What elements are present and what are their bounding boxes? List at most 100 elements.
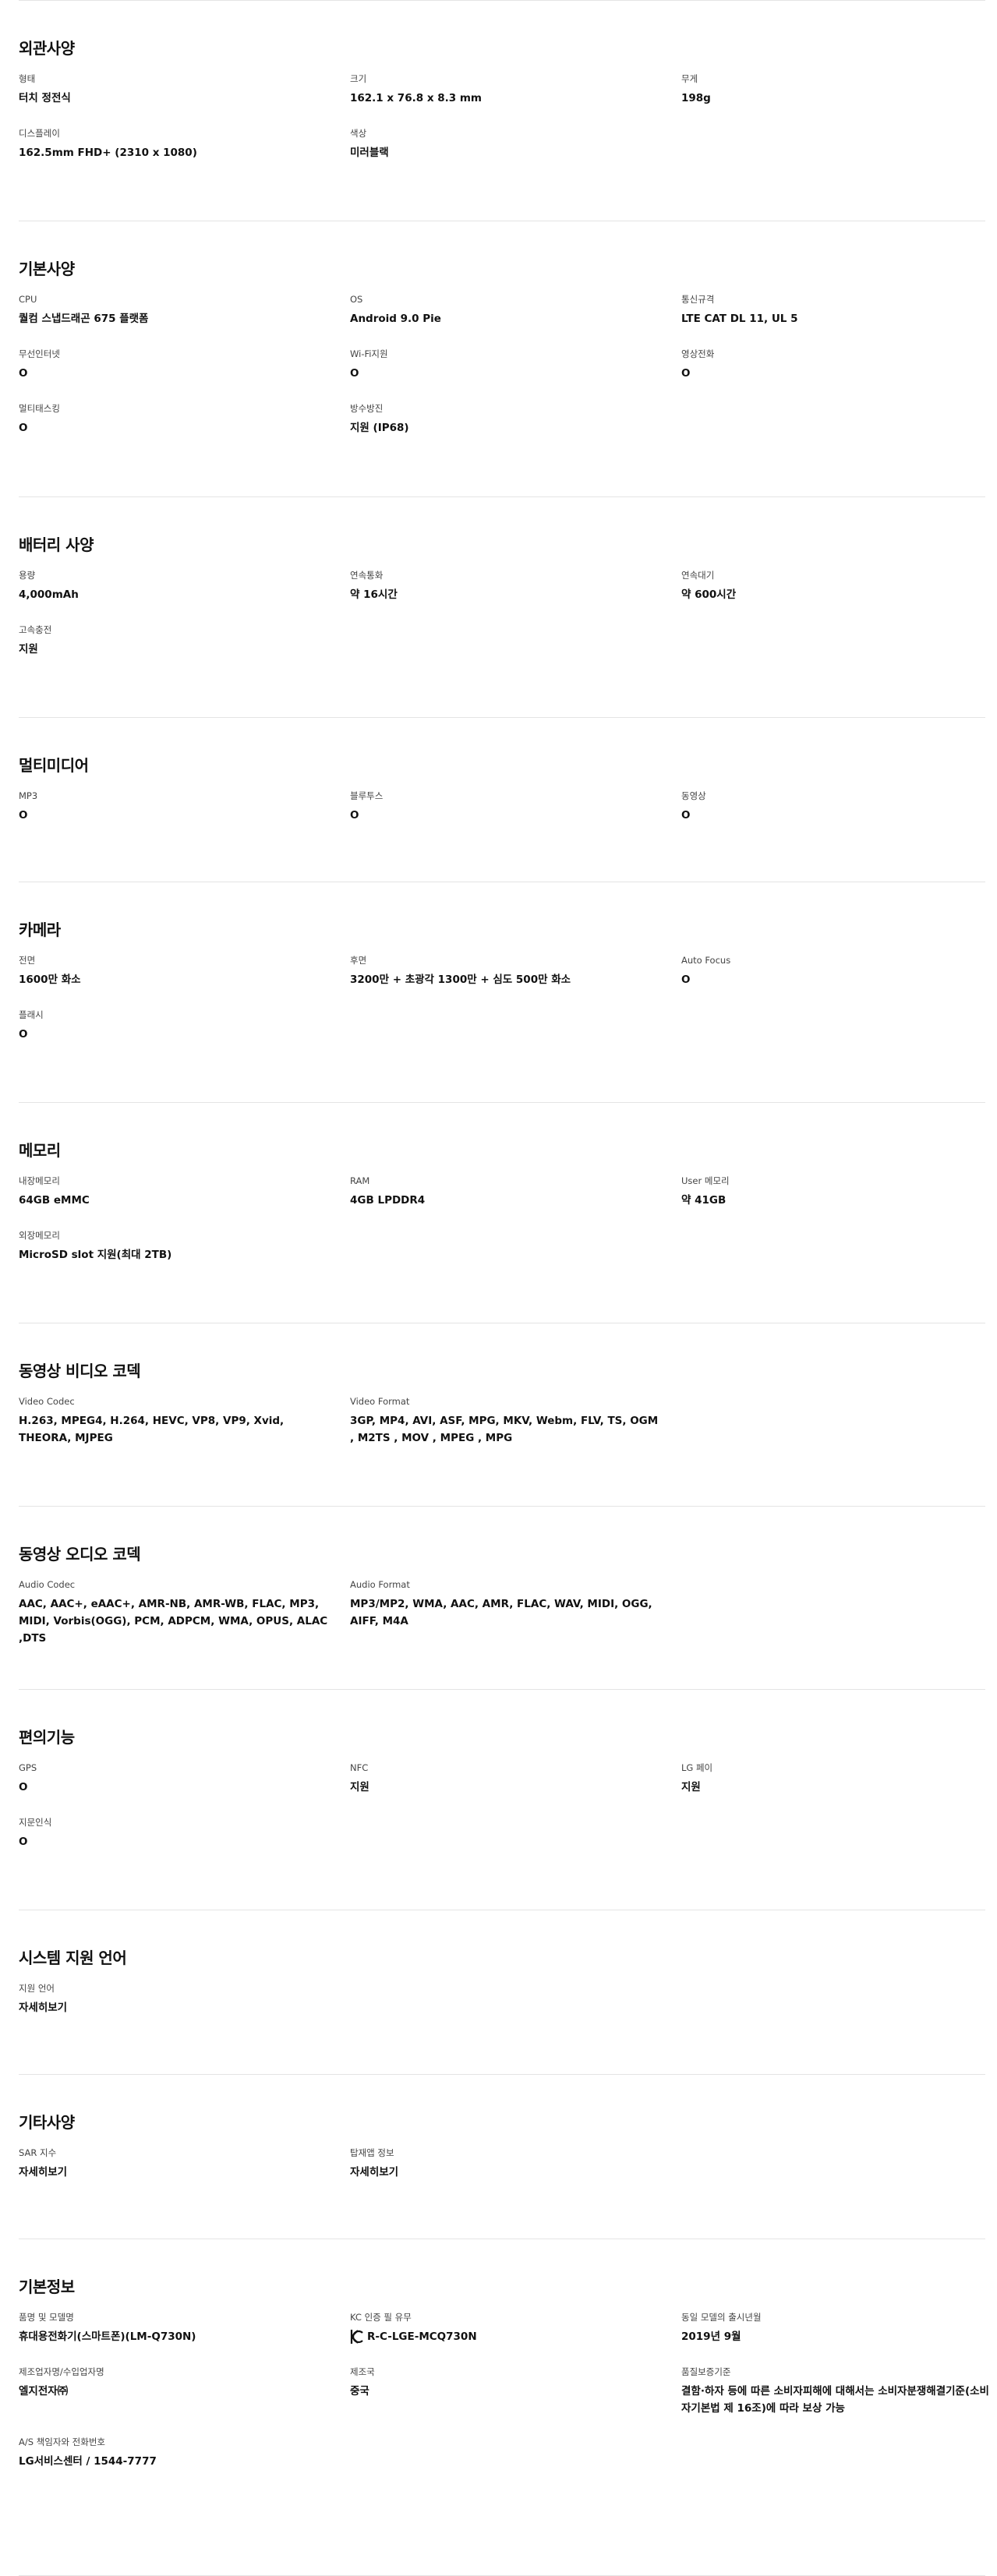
spec-item: Audio Codec AAC, AAC+, eAAC+, AMR-NB, AMR… <box>19 1578 350 1647</box>
spec-item: Video Codec H.263, MPEG4, H.264, HEVC, VP… <box>19 1395 350 1447</box>
spec-label: 동일 모델의 출시년월 <box>681 2312 762 2323</box>
spec-value: O <box>19 367 28 380</box>
spec-label: 동영상 <box>681 790 706 801</box>
section-title: 시스템 지원 언어 <box>19 1949 127 1967</box>
spec-grid: CPU 퀄컴 스냅드래곤 675 플랫폼 OS Android 9.0 Pie 통신규격… <box>19 293 985 438</box>
spec-item: User 메모리약 41GB <box>681 1175 985 1210</box>
spec-label: 연속대기 <box>681 570 715 581</box>
section-title: 메모리 <box>19 1141 61 1160</box>
spec-label: 용량 <box>19 570 36 581</box>
spec-value: AAC, AAC+, eAAC+, AMR-NB, AMR-WB, FLAC, … <box>19 1598 328 1645</box>
spec-grid: 용량 4,000mAh 연속통화 약 16시간 연속대기 약 600시간 고속충전 지원 <box>19 569 985 659</box>
spec-section-2: 배터리 사양 용량 4,000mAh 연속통화 약 16시간 연속대기 약 600시간 고속충… <box>19 497 985 718</box>
spec-label: User 메모리 <box>681 1175 730 1186</box>
spec-label: 제조업자명/수입업자명 <box>19 2366 104 2377</box>
spec-label: Wi-Fi지원 <box>350 348 388 359</box>
detail-link[interactable]: 자세히보기 <box>19 2002 67 2014</box>
spec-item: 품질보증기준 결함·하자 등에 따른 소비자피해에 대해서는 소비자분쟁해결기준(… <box>681 2366 989 2417</box>
section-title: 편의기능 <box>19 1728 75 1747</box>
spec-label: GPS <box>19 1762 37 1773</box>
spec-value: MicroSD slot 지원(최대 2TB) <box>19 1249 172 1261</box>
spec-label: NFC <box>350 1762 369 1773</box>
spec-label: 품명 및 모델명 <box>19 2312 74 2323</box>
spec-item: 플래시 O <box>19 1009 350 1044</box>
spec-label: 내장메모리 <box>19 1175 60 1186</box>
spec-value: 162.1 x 76.8 x 8.3 mm <box>350 92 482 104</box>
spec-item: 영상전화 O <box>681 348 985 383</box>
spec-label: Audio Format <box>350 1579 410 1590</box>
spec-label: 통신규격 <box>681 294 715 305</box>
spec-grid: GPS O NFC 지원 LG 페이 지원 지문인식 O <box>19 1762 985 1852</box>
spec-item: 전면 1600만 화소 <box>19 954 350 990</box>
spec-item: LG 페이 지원 <box>681 1762 985 1797</box>
spec-item: 블루투스 O <box>350 790 681 825</box>
spec-item: 내장메모리 64GB eMMC <box>19 1175 350 1210</box>
spec-label: OS <box>350 294 363 305</box>
section-title: 기타사양 <box>19 2113 75 2132</box>
spec-item: Auto Focus O <box>681 954 985 990</box>
section-title: 기본정보 <box>19 2277 75 2296</box>
spec-section-3: 멀티미디어 MP3 O 블루투스 O 동영상 O <box>19 718 985 882</box>
spec-value: 결함·하자 등에 따른 소비자피해에 대해서는 소비자분쟁해결기준(소비자기본법… <box>681 2385 989 2415</box>
spec-value: 지원 (IP68) <box>350 422 409 434</box>
spec-label: A/S 책임자와 전화번호 <box>19 2436 105 2447</box>
spec-value: O <box>350 809 359 822</box>
spec-label: KC 인증 필 유무 <box>350 2312 412 2323</box>
spec-value: 64GB eMMC <box>19 1194 90 1207</box>
spec-item: OS Android 9.0 Pie <box>350 293 681 329</box>
kc-cert-number: R-C-LGE-MCQ730N <box>367 2330 477 2343</box>
spec-grid: 품명 및 모델명 휴대용전화기(스마트폰)(LM-Q730N) KC 인증 필 유무… <box>19 2311 989 2472</box>
spec-item: 연속통화 약 16시간 <box>350 569 681 605</box>
spec-item: 연속대기 약 600시간 <box>681 569 985 605</box>
spec-value: 지원 <box>350 1781 369 1793</box>
spec-value: 3200만 + 초광각 1300만 + 심도 500만 화소 <box>350 974 571 986</box>
spec-section-1: 기본사양 CPU 퀄컴 스냅드래곤 675 플랫폼 OS Android 9.0 Pie… <box>19 221 985 497</box>
spec-grid: 형태 터치 정전식 크기 162.1 x 76.8 x 8.3 mm 무게 198g 디스플… <box>19 72 985 163</box>
spec-item: Wi-Fi지원 O <box>350 348 681 383</box>
section-title: 외관사양 <box>19 39 75 58</box>
spec-section-10: 기타사양 SAR 지수 자세히보기 탑재앱 정보 자세히보기 <box>19 2075 985 2239</box>
spec-value: 약 16시간 <box>350 588 398 601</box>
spec-label: Audio Codec <box>19 1579 76 1590</box>
spec-label: 색상 <box>350 128 367 139</box>
kc-cert-value: R-C-LGE-MCQ730N <box>350 2328 681 2345</box>
section-title: 카메라 <box>19 921 61 939</box>
spec-grid: 내장메모리 64GB eMMC RAM 4GB LPDDR4 User 메모리 약 41G… <box>19 1175 985 1265</box>
section-title: 배터리 사양 <box>19 535 94 554</box>
spec-label: 후면 <box>350 955 367 966</box>
spec-item: 디스플레이 162.5mm FHD+ (2310 x 1080) <box>19 127 350 163</box>
spec-value: O <box>350 367 359 380</box>
spec-item: 크기 162.1 x 76.8 x 8.3 mm <box>350 72 681 108</box>
spec-value: 1600만 화소 <box>19 974 81 986</box>
spec-value: 약 41GB <box>681 1194 727 1207</box>
spec-item: 통신규격 LTE CAT DL 11, UL 5 <box>681 293 985 329</box>
detail-link[interactable]: 자세히보기 <box>350 2166 398 2178</box>
detail-link[interactable]: 자세히보기 <box>19 2166 67 2178</box>
spec-item: MP3 O <box>19 790 350 825</box>
spec-value: 엘지전자㈜ <box>19 2385 69 2398</box>
spec-grid: MP3 O 블루투스 O 동영상 O <box>19 790 985 825</box>
spec-item: 동영상 O <box>681 790 985 825</box>
spec-label: 블루투스 <box>350 790 384 801</box>
spec-item: 멀티태스킹 O <box>19 402 350 438</box>
spec-value: 퀄컴 스냅드래곤 675 플랫폼 <box>19 313 149 325</box>
spec-label: 방수방진 <box>350 403 384 414</box>
spec-label: 멀티태스킹 <box>19 403 60 414</box>
spec-value: 중국 <box>350 2385 369 2398</box>
spec-item: 제조국 중국 <box>350 2366 681 2417</box>
spec-label: 크기 <box>350 73 367 84</box>
spec-section-4: 카메라전면 1600만 화소 후면 3200만 + 초광각 1300만 + 심도 50… <box>19 882 985 1103</box>
spec-value: O <box>19 422 28 434</box>
spec-item: 동일 모델의 출시년월 2019년 9월 <box>681 2311 985 2347</box>
spec-item: 제조업자명/수입업자명엘지전자㈜ <box>19 2366 350 2417</box>
spec-value: 2019년 9월 <box>681 2330 741 2343</box>
spec-item: KC 인증 필 유무 R-C-LGE-MCQ730N <box>350 2311 681 2347</box>
spec-item: Video Format 3GP, MP4, AVI, ASF, MPG, MKV… <box>350 1395 681 1447</box>
spec-label: RAM <box>350 1175 370 1186</box>
spec-item: NFC 지원 <box>350 1762 681 1797</box>
spec-label: 형태 <box>19 73 36 84</box>
spec-item: 용량 4,000mAh <box>19 569 350 605</box>
kc-mark-icon <box>350 2330 363 2344</box>
spec-value: O <box>19 1028 28 1041</box>
spec-value: 터치 정전식 <box>19 92 71 104</box>
